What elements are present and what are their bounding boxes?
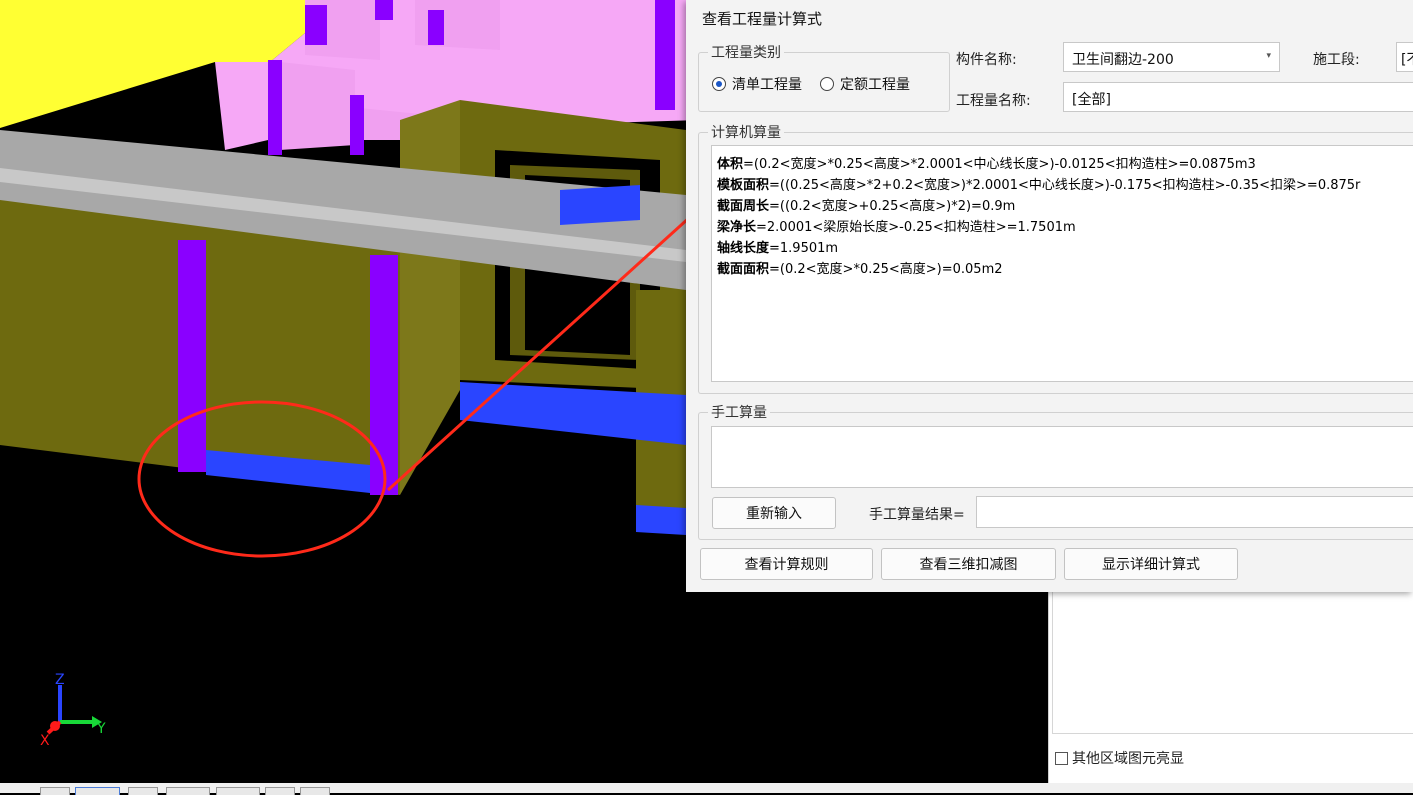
view-3d-deduction-button[interactable]: 查看三维扣减图 (881, 548, 1056, 580)
purple-column (428, 10, 444, 45)
toolbar-button[interactable] (75, 787, 120, 795)
formula-line-section-area: 截面面积=(0.2<宽度>*0.25<高度>)=0.05m2 (717, 262, 1003, 277)
highlight-other-regions-checkbox[interactable] (1055, 751, 1068, 765)
show-detail-formula-button[interactable]: 显示详细计算式 (1064, 548, 1238, 580)
x-axis-label: X (40, 733, 50, 749)
formula-line-net-length: 梁净长=2.0001<梁原始长度>-0.25<扣构造柱>=1.7501m (717, 220, 1076, 235)
purple-column (375, 0, 393, 20)
computer-calc-label: 计算机算量 (708, 122, 784, 142)
component-name-select[interactable]: 卫生间翻边-200 ▾ (1063, 42, 1280, 72)
formula-line-axis-length: 轴线长度=1.9501m (717, 241, 839, 256)
dialog-title: 查看工程量计算式 (702, 10, 823, 28)
pink-wall-panel (415, 0, 500, 50)
purple-column-right (370, 255, 398, 495)
quantity-name-select[interactable]: [全部] (1063, 82, 1413, 112)
toolbar-button[interactable] (265, 787, 295, 795)
bill-quantity-label[interactable]: 清单工程量 (732, 74, 802, 94)
quantity-name-value: [全部] (1072, 92, 1111, 108)
axis-origin-icon (50, 721, 60, 731)
quantity-type-label: 工程量类别 (708, 42, 784, 62)
pink-wall-panel (280, 62, 355, 150)
formula-line-perimeter: 截面周长=((0.2<宽度>+0.25<高度>)*2)=0.9m (717, 199, 1016, 214)
blue-base (560, 185, 640, 225)
formula-line-volume: 体积=(0.2<宽度>*0.25<高度>*2.0001<中心线长度>)-0.01… (717, 157, 1256, 172)
purple-column-left (178, 240, 206, 472)
bottom-toolbar (0, 783, 1413, 793)
construction-section-label: 施工段: (1313, 52, 1360, 68)
purple-column (268, 60, 282, 155)
component-name-value: 卫生间翻边-200 (1072, 52, 1174, 68)
construction-section-value: [不 (1401, 52, 1413, 68)
chevron-down-icon: ▾ (1266, 51, 1271, 61)
formula-line-formwork: 模板面积=((0.25<高度>*2+0.2<宽度>)*2.0001<中心线长度>… (717, 178, 1361, 193)
component-name-label: 构件名称: (956, 52, 1017, 68)
quantity-name-label: 工程量名称: (956, 93, 1031, 109)
quantity-formula-dialog: 查看工程量计算式 工程量类别 清单工程量 定额工程量 构件名称: 卫生间翻边-2… (686, 0, 1413, 592)
quota-quantity-radio[interactable] (820, 77, 834, 91)
purple-column (655, 0, 675, 110)
manual-result-input[interactable] (976, 496, 1413, 528)
toolbar-button[interactable] (300, 787, 330, 795)
manual-calc-label: 手工算量 (708, 402, 770, 422)
highlight-other-regions-row[interactable]: 其他区域图元亮显 (1055, 748, 1184, 768)
y-axis-label: Y (96, 721, 106, 737)
toolbar-button[interactable] (40, 787, 70, 795)
quota-quantity-label[interactable]: 定额工程量 (840, 74, 910, 94)
manual-calc-textarea[interactable] (711, 426, 1413, 488)
view-rules-button[interactable]: 查看计算规则 (700, 548, 873, 580)
reenter-button[interactable]: 重新输入 (712, 497, 836, 529)
purple-column (305, 5, 327, 45)
z-axis-label: Z (55, 672, 65, 688)
toolbar-button[interactable] (216, 787, 260, 795)
toolbar-button[interactable] (166, 787, 210, 795)
computer-calc-textarea[interactable]: 体积=(0.2<宽度>*0.25<高度>*2.0001<中心线长度>)-0.01… (711, 145, 1413, 382)
quantity-type-options: 清单工程量 定额工程量 (712, 74, 910, 94)
bill-quantity-radio[interactable] (712, 77, 726, 91)
highlight-other-regions-label: 其他区域图元亮显 (1072, 751, 1184, 767)
side-panel-list[interactable] (1052, 590, 1413, 734)
manual-result-label: 手工算量结果= (869, 507, 965, 523)
construction-section-select[interactable]: [不 (1396, 42, 1413, 72)
blue-base (636, 505, 686, 535)
toolbar-button[interactable] (128, 787, 158, 795)
purple-column (350, 95, 364, 155)
